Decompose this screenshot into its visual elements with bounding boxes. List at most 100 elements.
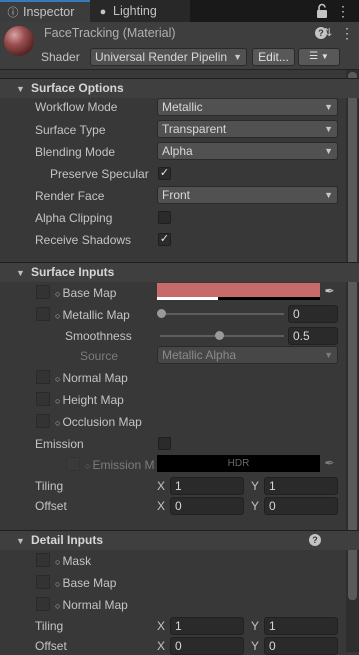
detail-inputs-header[interactable]: ▼ Detail Inputs: [0, 530, 359, 550]
render-face-value: Front: [162, 188, 191, 202]
edit-shader-button[interactable]: Edit...: [252, 48, 295, 66]
section-title: Surface Inputs: [31, 265, 115, 279]
kebab-icon[interactable]: ⋮: [340, 25, 354, 41]
offset-y-field[interactable]: 0: [264, 497, 338, 515]
detail-mask-text: Mask: [62, 554, 92, 568]
preserve-specular-checkbox[interactable]: ✓: [158, 167, 171, 180]
detail-offset-x-value: 0: [175, 639, 182, 653]
shader-dropdown[interactable]: Universal Render Pipelin ▼: [90, 48, 247, 66]
source-dropdown: Metallic Alpha ▼: [157, 346, 338, 364]
normal-map-text: Normal Map: [62, 371, 128, 385]
detail-offset-y-field[interactable]: 0: [264, 637, 338, 655]
base-color-swatch[interactable]: [157, 283, 320, 300]
alpha-bar-fill: [157, 297, 218, 300]
workflow-mode-dropdown[interactable]: Metallic ▼: [157, 98, 338, 116]
material-preview: [4, 26, 34, 56]
texture-slot[interactable]: [36, 285, 50, 299]
alpha-clipping-label: Alpha Clipping: [35, 211, 113, 225]
checkmark-icon: ✓: [159, 233, 170, 245]
emission-map-label: ○ Emission M: [85, 456, 154, 474]
preserve-specular-label: Preserve Specular: [50, 167, 149, 181]
metallic-map-text: Metallic Map: [62, 308, 130, 322]
workflow-mode-label: Workflow Mode: [35, 100, 118, 114]
scrollbar-thumb[interactable]: [348, 72, 357, 600]
preset-icon[interactable]: ⇅: [323, 25, 337, 41]
smoothness-value-field[interactable]: 0.5: [288, 327, 338, 345]
list-icon: ☰: [309, 51, 319, 62]
surface-type-dropdown[interactable]: Transparent ▼: [157, 120, 338, 138]
render-face-dropdown[interactable]: Front ▼: [157, 186, 338, 204]
metallic-slider-track[interactable]: [160, 313, 284, 315]
foldout-triangle-icon: ▼: [16, 84, 25, 94]
offset-x-axis-label: X: [157, 499, 166, 513]
tab-lighting-label: Lighting: [113, 4, 157, 18]
emission-label: Emission: [35, 437, 84, 451]
offset-label: Offset: [35, 499, 67, 513]
eyedropper-icon[interactable]: ✒: [321, 283, 338, 300]
metallic-slider-knob[interactable]: [157, 309, 166, 318]
hdr-label: HDR: [227, 458, 250, 469]
texture-slot[interactable]: [36, 414, 50, 428]
help-icon[interactable]: ?: [309, 534, 321, 546]
tiling-x-value: 1: [175, 479, 182, 493]
height-map-text: Height Map: [62, 393, 124, 407]
picker-circle-icon: ○: [55, 289, 61, 299]
source-value: Metallic Alpha: [162, 348, 237, 362]
checkmark-icon: ✓: [159, 167, 170, 179]
tab-lighting[interactable]: ● Lighting: [90, 0, 190, 22]
smoothness-label: Smoothness: [65, 329, 132, 343]
metallic-value-field[interactable]: 0: [288, 305, 338, 323]
detail-tiling-y-field[interactable]: 1: [264, 617, 338, 635]
detail-offset-x-axis-label: X: [157, 639, 166, 653]
shader-value: Universal Render Pipelin: [95, 50, 228, 64]
chevron-down-icon: ▼: [324, 146, 333, 156]
picker-circle-icon: ○: [55, 396, 61, 406]
offset-x-value: 0: [175, 499, 182, 513]
detail-tiling-x-field[interactable]: 1: [170, 617, 244, 635]
smoothness-slider-knob[interactable]: [214, 331, 224, 340]
detail-mask-label: ○ Mask: [55, 552, 91, 570]
receive-shadows-checkbox[interactable]: ✓: [158, 233, 171, 246]
detail-tiling-y-value: 1: [269, 619, 276, 633]
surface-inputs-header[interactable]: ▼ Surface Inputs: [0, 262, 359, 282]
edit-button-label: Edit...: [258, 50, 289, 64]
tiling-x-field[interactable]: 1: [170, 477, 244, 495]
tiling-x-axis-label: X: [157, 479, 166, 493]
detail-offset-y-axis-label: Y: [251, 639, 260, 653]
shader-list-button[interactable]: ☰ ▼: [298, 48, 340, 66]
alpha-clipping-checkbox[interactable]: [158, 211, 171, 224]
picker-circle-icon: ○: [55, 374, 61, 384]
tiling-y-axis-label: Y: [251, 479, 260, 493]
blending-mode-dropdown[interactable]: Alpha ▼: [157, 142, 338, 160]
tab-inspector[interactable]: ⓘ Inspector: [0, 0, 90, 22]
lock-icon[interactable]: [315, 3, 329, 19]
detail-tiling-label: Tiling: [35, 619, 64, 633]
blending-mode-value: Alpha: [162, 144, 193, 158]
receive-shadows-label: Receive Shadows: [35, 233, 132, 247]
info-icon: ⓘ: [7, 7, 19, 19]
picker-circle-icon: ○: [55, 579, 61, 589]
texture-slot[interactable]: [36, 307, 50, 321]
normal-map-label: ○ Normal Map: [55, 369, 128, 387]
detail-base-map-label: ○ Base Map: [55, 574, 116, 592]
tiling-y-field[interactable]: 1: [264, 477, 338, 495]
texture-slot[interactable]: [36, 392, 50, 406]
texture-slot[interactable]: [36, 553, 50, 567]
detail-offset-x-field[interactable]: 0: [170, 637, 244, 655]
surface-type-label: Surface Type: [35, 123, 106, 137]
render-face-label: Render Face: [35, 189, 105, 203]
offset-x-field[interactable]: 0: [170, 497, 244, 515]
height-map-label: ○ Height Map: [55, 391, 124, 409]
texture-slot[interactable]: [36, 370, 50, 384]
texture-slot[interactable]: [36, 597, 50, 611]
surface-options-header[interactable]: ▼ Surface Options: [0, 78, 359, 98]
emission-checkbox[interactable]: [158, 437, 171, 450]
texture-slot[interactable]: [36, 575, 50, 589]
chevron-down-icon: ▼: [324, 190, 333, 200]
foldout-triangle-icon: ▼: [16, 268, 25, 278]
section-title: Detail Inputs: [31, 533, 104, 547]
lightbulb-icon: ●: [99, 6, 107, 18]
eyedropper-icon: ✒: [324, 456, 335, 470]
more-options-icon[interactable]: ⋮: [336, 3, 352, 19]
picker-circle-icon: ○: [85, 461, 91, 471]
